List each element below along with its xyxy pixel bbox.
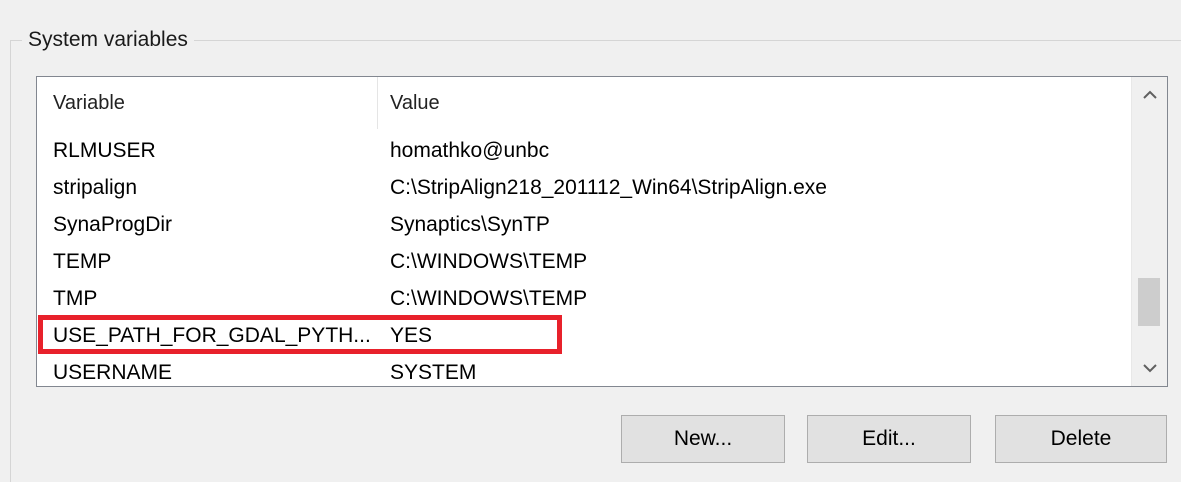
- list-header: Variable Value: [37, 77, 1131, 129]
- edit-button[interactable]: Edit...: [807, 415, 971, 463]
- variable-cell: TEMP: [53, 249, 112, 273]
- table-row[interactable]: TMP C:\WINDOWS\TEMP: [37, 280, 1131, 317]
- variable-cell: TMP: [53, 286, 98, 310]
- value-cell: Synaptics\SynTP: [390, 212, 550, 236]
- value-cell: C:\StripAlign218_201112_Win64\StripAlign…: [390, 175, 827, 199]
- table-row[interactable]: RLMUSER homathko@unbc: [37, 132, 1131, 169]
- chevron-up-icon[interactable]: [1132, 77, 1167, 113]
- value-cell: homathko@unbc: [390, 138, 550, 162]
- table-row[interactable]: USERNAME SYSTEM: [37, 354, 1131, 386]
- variable-cell: SynaProgDir: [53, 212, 173, 236]
- table-row[interactable]: TEMP C:\WINDOWS\TEMP: [37, 243, 1131, 280]
- value-cell: C:\WINDOWS\TEMP: [390, 286, 588, 310]
- variables-list[interactable]: Variable Value RLMUSER homathko@unbc str…: [36, 76, 1168, 387]
- system-variables-panel: System variables Variable Value RLMUSER …: [0, 0, 1181, 482]
- value-cell: C:\WINDOWS\TEMP: [390, 249, 588, 273]
- vertical-scrollbar[interactable]: [1131, 77, 1167, 386]
- column-header-variable[interactable]: Variable: [37, 77, 377, 129]
- new-button[interactable]: New...: [621, 415, 785, 463]
- table-row[interactable]: stripalign C:\StripAlign218_201112_Win64…: [37, 169, 1131, 206]
- variable-cell: stripalign: [53, 175, 138, 199]
- value-cell: YES: [390, 323, 433, 347]
- table-row[interactable]: USE_PATH_FOR_GDAL_PYTH... YES: [37, 317, 1131, 354]
- scroll-thumb[interactable]: [1138, 278, 1160, 326]
- variable-cell: USERNAME: [53, 360, 173, 384]
- table-row[interactable]: SynaProgDir Synaptics\SynTP: [37, 206, 1131, 243]
- variable-cell: USE_PATH_FOR_GDAL_PYTH...: [53, 323, 371, 347]
- groupbox-title: System variables: [22, 26, 194, 54]
- list-rows: RLMUSER homathko@unbc stripalign C:\Stri…: [37, 132, 1131, 386]
- chevron-down-icon[interactable]: [1132, 350, 1167, 386]
- column-header-value[interactable]: Value: [377, 77, 1131, 129]
- delete-button[interactable]: Delete: [995, 415, 1167, 463]
- variable-cell: RLMUSER: [53, 138, 156, 162]
- value-cell: SYSTEM: [390, 360, 477, 384]
